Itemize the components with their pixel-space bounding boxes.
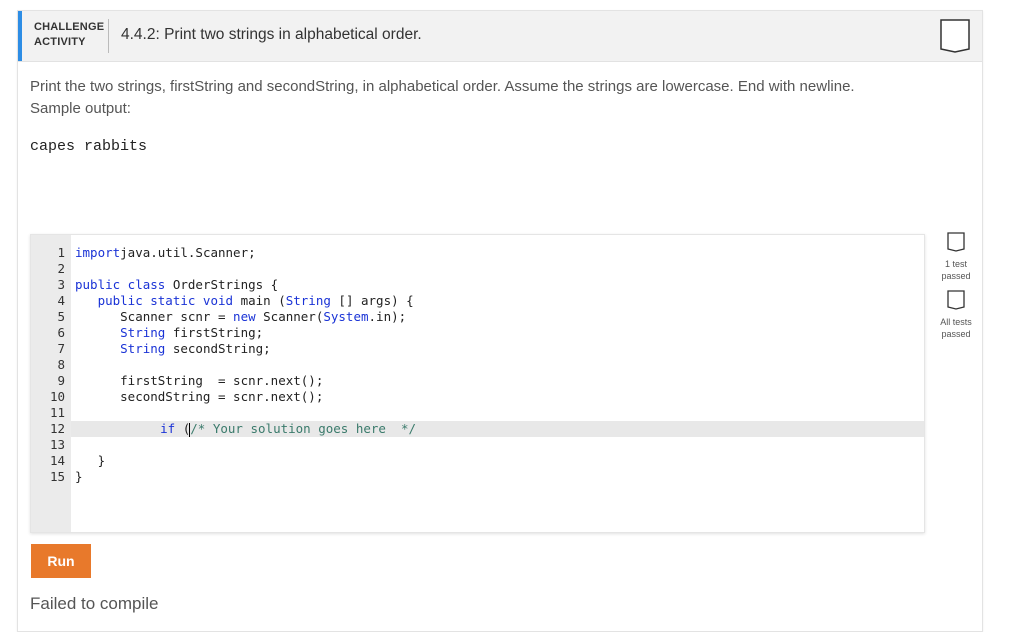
test-status-1-icon	[947, 232, 965, 252]
line-number: 6	[57, 325, 65, 340]
code-token: [] args) {	[330, 293, 414, 308]
code-token: String	[285, 293, 331, 308]
code-token: new	[233, 309, 256, 324]
test-status-2-icon	[947, 290, 965, 310]
code-line[interactable]: 1 importjava.util.Scanner;	[31, 245, 924, 261]
code-token: System	[323, 309, 369, 324]
sample-output-heading: Sample output:	[30, 100, 131, 117]
test-status-1-line2: passed	[941, 271, 971, 281]
test-status-2-line1: All tests	[940, 317, 972, 327]
header-accent-bar	[18, 11, 22, 61]
code-line[interactable]: 14 }	[31, 453, 924, 469]
line-number: 14	[49, 453, 65, 468]
code-token: }	[75, 453, 106, 468]
code-text[interactable]: }	[75, 453, 106, 469]
code-token: secondString;	[165, 341, 271, 356]
activity-type-line1: CHALLENGE	[34, 21, 105, 33]
code-token: OrderStrings {	[165, 277, 279, 292]
code-line[interactable]: 3 public class OrderStrings {	[31, 277, 924, 293]
code-token: (	[175, 421, 191, 436]
header-separator	[108, 19, 109, 53]
code-token: java.util.Scanner;	[120, 245, 256, 260]
code-text[interactable]: String firstString;	[75, 325, 263, 341]
code-line[interactable]: 12 if (/* Your solution goes here */	[50, 421, 924, 437]
code-token: String	[120, 325, 166, 340]
code-text[interactable]: secondString = scnr.next();	[75, 389, 323, 405]
line-number: 3	[57, 277, 65, 292]
line-number: 15	[49, 469, 65, 484]
code-token: secondString = scnr.next();	[75, 389, 324, 404]
code-editor[interactable]: 1 importjava.util.Scanner; 2 3 public class …	[30, 234, 925, 533]
code-line[interactable]: 6 String firstString;	[31, 325, 924, 341]
line-number: 5	[57, 309, 65, 324]
code-text[interactable]: firstString = scnr.next();	[75, 373, 323, 389]
test-status-1: 1 test passed	[932, 232, 980, 282]
code-token: main (	[233, 293, 286, 308]
code-line[interactable]: 11	[31, 405, 924, 421]
run-button[interactable]: Run	[31, 544, 91, 578]
activity-header: CHALLENGE ACTIVITY 4.4.2: Print two stri…	[18, 11, 982, 62]
code-token: Scanner(	[255, 309, 324, 324]
line-number: 8	[57, 357, 65, 372]
line-number: 7	[57, 341, 65, 356]
code-token: public static void	[97, 293, 234, 308]
sample-output: capes rabbits	[30, 138, 148, 155]
code-line[interactable]: 7 String secondString;	[31, 341, 924, 357]
code-line[interactable]: 4 public static void main (String [] arg…	[31, 293, 924, 309]
code-text[interactable]: if (/* Your solution goes here */	[115, 421, 416, 437]
code-text[interactable]: String secondString;	[75, 341, 271, 357]
completion-bookmark-icon	[940, 19, 970, 53]
activity-title: 4.4.2: Print two strings in alphabetical…	[121, 26, 422, 43]
code-line[interactable]: 8	[31, 357, 924, 373]
instructions-text: Print the two strings, firstString and s…	[30, 78, 855, 95]
code-line[interactable]: 15}	[31, 469, 924, 485]
code-text[interactable]: public static void main (String [] args)…	[75, 293, 414, 309]
code-text[interactable]: public class OrderStrings {	[75, 277, 278, 293]
code-token: public class	[75, 277, 166, 292]
line-number: 2	[57, 261, 65, 276]
code-token: if	[160, 421, 176, 436]
test-status-2-line2: passed	[941, 329, 971, 339]
code-line[interactable]: 10 secondString = scnr.next();	[31, 389, 924, 405]
code-token: /* Your solution goes here */	[190, 421, 417, 436]
compile-status: Failed to compile	[30, 594, 159, 613]
code-text[interactable]: importjava.util.Scanner;	[75, 245, 256, 261]
test-status-2: All tests passed	[932, 290, 980, 340]
code-token: Scanner scnr =	[75, 309, 234, 324]
instructions: Print the two strings, firstString and s…	[30, 76, 930, 120]
code-token: String	[120, 341, 166, 356]
line-number: 4	[57, 293, 65, 308]
code-line[interactable]: 5 Scanner scnr = new Scanner(System.in);	[31, 309, 924, 325]
code-token: }	[75, 469, 83, 484]
code-token: firstString = scnr.next();	[75, 373, 324, 388]
challenge-activity-card: CHALLENGE ACTIVITY 4.4.2: Print two stri…	[17, 10, 983, 632]
line-number: 1	[57, 245, 65, 260]
code-line[interactable]: 2	[31, 261, 924, 277]
code-line[interactable]: 9 firstString = scnr.next();	[31, 373, 924, 389]
code-text[interactable]: Scanner scnr = new Scanner(System.in);	[75, 309, 406, 325]
activity-type-line2: ACTIVITY	[34, 36, 86, 48]
line-number: 10	[49, 389, 65, 404]
line-number: 11	[49, 405, 65, 420]
line-number: 13	[49, 437, 65, 452]
activity-type-label: CHALLENGE ACTIVITY	[34, 20, 104, 50]
code-token: .in);	[368, 309, 407, 324]
code-token: firstString;	[165, 325, 264, 340]
code-line[interactable]: 13	[31, 437, 924, 453]
code-text[interactable]: }	[75, 469, 83, 485]
line-number: 9	[57, 373, 65, 388]
test-status-1-line1: 1 test	[944, 259, 967, 269]
line-number: 12	[49, 421, 65, 436]
code-token: import	[75, 245, 121, 260]
